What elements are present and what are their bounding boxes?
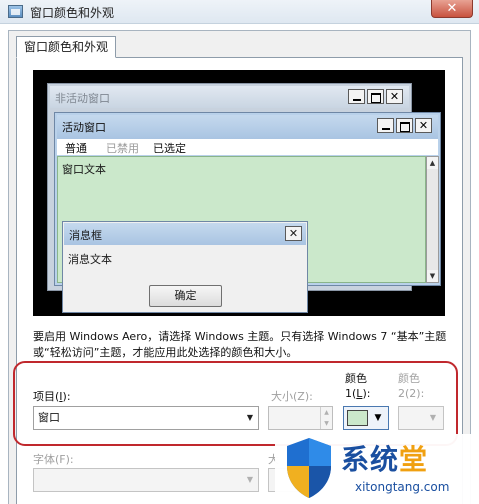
color2-picker[interactable]: ▼ xyxy=(398,406,444,430)
close-icon: ✕ xyxy=(415,118,432,133)
window-title: 窗口颜色和外观 xyxy=(30,6,115,20)
chevron-down-icon: ▼ xyxy=(374,413,382,423)
spin-up-icon[interactable]: ▲ xyxy=(321,407,332,418)
watermark-url: xitongtang.com xyxy=(355,480,450,494)
spin-down-icon[interactable]: ▼ xyxy=(321,418,332,429)
minimize-icon xyxy=(348,89,365,104)
color1-swatch xyxy=(347,410,368,426)
window-text: 窗口文本 xyxy=(62,163,106,176)
font-label: 字体(F): xyxy=(33,453,74,466)
menu-item-normal[interactable]: 普通 xyxy=(65,140,87,156)
font-select[interactable]: ▼ xyxy=(33,468,259,492)
message-text: 消息文本 xyxy=(68,253,112,266)
scroll-down-icon[interactable]: ▼ xyxy=(427,270,438,282)
close-icon: ✕ xyxy=(285,226,302,241)
display-settings-icon xyxy=(8,5,23,18)
close-button[interactable]: ✕ xyxy=(431,0,473,18)
preview-menubar: 普通 已禁用 已选定 xyxy=(57,139,438,155)
site-watermark: 系统堂 xitongtang.com xyxy=(275,434,479,504)
message-box-title: 消息框 xyxy=(69,229,102,242)
color2-label: 2(2): xyxy=(398,387,425,400)
minimize-icon xyxy=(377,118,394,133)
inactive-window-caption[interactable]: 非活动窗口 ✕ xyxy=(50,86,409,108)
item-label: 项目(I): xyxy=(33,390,71,403)
size-stepper[interactable]: ▲ ▼ xyxy=(268,406,333,430)
color1-label-top: 颜色 xyxy=(345,372,367,385)
color1-picker[interactable]: ▼ xyxy=(343,406,389,430)
chevron-down-icon: ▼ xyxy=(246,475,254,484)
item-select[interactable]: 窗口 ▼ xyxy=(33,406,259,430)
preview-scrollbar[interactable]: ▲ ▼ xyxy=(426,156,439,283)
watermark-brand: 系统堂 xyxy=(341,443,429,476)
active-window-title: 活动窗口 xyxy=(62,121,106,134)
menu-item-selected[interactable]: 已选定 xyxy=(153,140,186,156)
scroll-up-icon[interactable]: ▲ xyxy=(427,157,438,169)
inactive-window-title: 非活动窗口 xyxy=(55,92,110,105)
chevron-down-icon: ▼ xyxy=(246,413,254,422)
chevron-down-icon: ▼ xyxy=(429,413,437,422)
item-select-value: 窗口 xyxy=(38,411,60,424)
close-icon: ✕ xyxy=(386,89,403,104)
message-box-caption[interactable]: 消息框 ✕ xyxy=(64,223,306,245)
color1-label: 1(L): xyxy=(345,387,371,400)
tab-window-color-appearance[interactable]: 窗口颜色和外观 xyxy=(16,36,117,58)
ok-button[interactable]: 确定 xyxy=(149,285,222,307)
maximize-icon xyxy=(396,118,413,133)
active-window-caption[interactable]: 活动窗口 ✕ xyxy=(57,115,438,139)
aero-description: 要启用 Windows Aero，请选择 Windows 主题。只有选择 Win… xyxy=(33,330,447,359)
title-bar: 窗口颜色和外观 ✕ xyxy=(0,0,479,24)
shield-logo-icon xyxy=(287,438,331,498)
menu-item-disabled[interactable]: 已禁用 xyxy=(106,140,139,156)
color2-label-top: 颜色 xyxy=(398,372,420,385)
preview-message-box[interactable]: 消息框 ✕ 消息文本 确定 xyxy=(62,221,308,313)
maximize-icon xyxy=(367,89,384,104)
size-label: 大小(Z): xyxy=(271,390,313,403)
